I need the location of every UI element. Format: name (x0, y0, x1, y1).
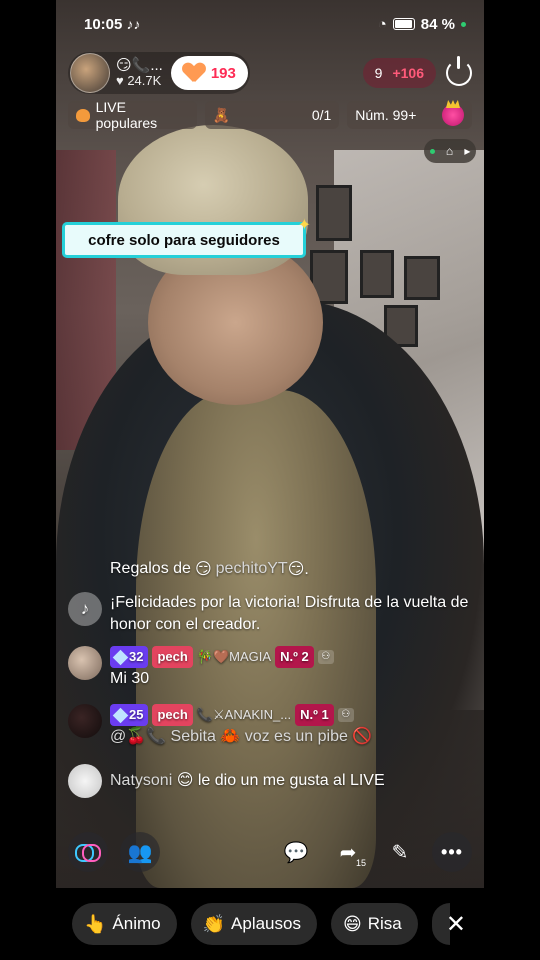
heart-icon (183, 63, 205, 83)
sparkle-icon: ✦ (297, 217, 311, 234)
comment-text: Mi 30 (110, 670, 150, 687)
reaction-label: Aplausos (231, 914, 301, 933)
follower-chest-banner[interactable]: cofre solo para seguidores ✦ (62, 217, 311, 258)
reaction-label: Ánimo (112, 914, 161, 933)
orange-heart-icon (76, 108, 90, 122)
laugh-icon: 😄 (342, 913, 362, 934)
rank-number-badge: N.º 1 (295, 704, 334, 726)
clock: 10:05 (84, 15, 123, 33)
viewer-delta: +106 (392, 65, 424, 81)
rank-label: Núm. 99+ (355, 107, 417, 123)
heart-count: 193 (210, 64, 236, 82)
picture-frame (316, 185, 352, 241)
picture-frame (404, 256, 440, 300)
live-dot-icon (429, 148, 435, 154)
rank-number-badge: N.º 2 (275, 646, 314, 668)
chat-icon: 💬 (283, 841, 309, 864)
tiktok-icon: ♪♪ (126, 16, 141, 32)
privacy-dot-icon (461, 21, 466, 27)
gem-icon (112, 707, 129, 723)
play-icon[interactable]: ▸ (464, 144, 470, 158)
more-icon: ••• (441, 841, 463, 862)
commenter-name[interactable]: 🎋🤎MAGIA (197, 646, 271, 668)
fan-club-badge: pech (152, 646, 193, 668)
live-popular-chip[interactable]: LIVE populares (68, 99, 197, 131)
tiktok-icon: ♪ (68, 592, 102, 626)
commenter-avatar[interactable] (68, 704, 102, 738)
host-likes: ♥ 24.7K (116, 73, 162, 89)
wifi-icon: ◔ (377, 15, 387, 33)
fan-goal-progress: 0/1 (311, 107, 332, 123)
gift-message: Regalos de 😏 pechitoYT 😏. (68, 556, 472, 582)
reaction-label: Risa (367, 914, 402, 933)
emoji: 😏. (287, 561, 309, 578)
commenter-avatar[interactable] (68, 646, 102, 680)
reaction-encourage-button[interactable]: 👆 Ánimo (72, 903, 177, 945)
fan-goal-icon: 🧸 (212, 106, 231, 123)
comment-item[interactable]: 32 pech 🎋🤎MAGIA N.º 2 ⚇ Mi 30 (68, 646, 472, 690)
link-icon (75, 844, 101, 862)
link-button[interactable] (68, 832, 108, 872)
live-stream-view: 10:05 ♪♪ ◔ 84 % 😏📞... ♥ 24.7K 193 9 +106… (56, 0, 484, 888)
level-badge: 32 (110, 646, 149, 668)
banner-text: cofre solo para seguidores (88, 231, 280, 249)
users-icon: 👥 (127, 841, 153, 864)
reaction-laugh-button[interactable]: 😄 Risa (330, 903, 418, 945)
system-message: ♪ ¡Felicidades por la victoria! Disfruta… (68, 592, 472, 636)
battery-icon (392, 18, 415, 30)
magic-wand-icon: ✎ (391, 841, 409, 864)
power-icon[interactable] (446, 56, 472, 86)
reaction-bar: 👆 Ánimo 👏 Aplausos 😄 Risa ✕ (0, 888, 540, 960)
like-text: le dio un me gusta al LIVE (197, 772, 385, 789)
share-count: 15 (355, 858, 366, 868)
crown-badge-icon (442, 104, 464, 126)
commenter-avatar[interactable] (68, 764, 102, 798)
close-icon[interactable]: ✕ (446, 910, 466, 939)
viewer-number: 9 (374, 65, 383, 81)
share-icon: ➦ (339, 841, 357, 864)
host-name: 😏📞... (116, 56, 163, 74)
system-message-text: ¡Felicidades por la victoria! Disfruta d… (110, 594, 469, 633)
like-message: Natysoni 😊 le dio un me gusta al LIVE (68, 764, 472, 798)
group-icon: ⚇ (337, 708, 354, 722)
chat-button[interactable]: 💬 (276, 832, 316, 872)
battery-level: 84 % (420, 15, 455, 33)
encourage-icon: 👆 (84, 913, 107, 934)
home-icon[interactable]: ⌂ (446, 144, 453, 158)
host-info-bar[interactable]: 😏📞... ♥ 24.7K 193 (68, 52, 250, 94)
gem-icon (112, 649, 129, 665)
status-bar: 10:05 ♪♪ ◔ 84 % (56, 0, 484, 48)
picture-frame (360, 250, 394, 298)
host-avatar[interactable] (70, 53, 110, 93)
guests-button[interactable]: 👥 (120, 832, 160, 872)
commenter-name[interactable]: 📞⚔ANAKIN_... (197, 704, 291, 726)
level-badge: 25 (110, 704, 149, 726)
effects-button[interactable]: ✎ (380, 832, 420, 872)
comment-text: @🍒📞 Sebita 🦀 voz es un pibe 🚫 (110, 728, 373, 745)
live-popular-label: LIVE populares (95, 99, 158, 131)
share-button[interactable]: ➦ 15 (328, 832, 368, 872)
emoji: 😊 (176, 772, 194, 789)
fan-goal-chip[interactable]: 🧸 0/1 (204, 101, 340, 129)
reaction-applause-button[interactable]: 👏 Aplausos (190, 903, 317, 945)
heart-button[interactable]: 193 (170, 56, 248, 90)
comment-feed: Regalos de 😏 pechitoYT 😏. ♪ ¡Felicidades… (68, 556, 472, 798)
clap-icon: 👏 (202, 913, 226, 934)
rank-chip[interactable]: Núm. 99+ (347, 101, 472, 129)
action-bar: 👥 💬 ➦ 15 ✎ ••• (68, 830, 472, 874)
viewer-count[interactable]: 9 +106 (362, 58, 436, 88)
more-button[interactable]: ••• (432, 832, 472, 872)
mini-controls[interactable]: ⌂ ▸ (424, 139, 476, 163)
group-icon: ⚇ (317, 650, 334, 664)
gift-prefix: Regalos de (110, 560, 191, 577)
gift-user[interactable]: pechitoYT (216, 560, 288, 578)
emoji: 😏 (194, 561, 212, 578)
comment-item[interactable]: 25 pech 📞⚔ANAKIN_... N.º 1 ⚇ @🍒📞 Sebita … (68, 704, 472, 748)
commenter-name[interactable]: Natysoni (110, 772, 172, 789)
fan-club-badge: pech (152, 704, 193, 726)
